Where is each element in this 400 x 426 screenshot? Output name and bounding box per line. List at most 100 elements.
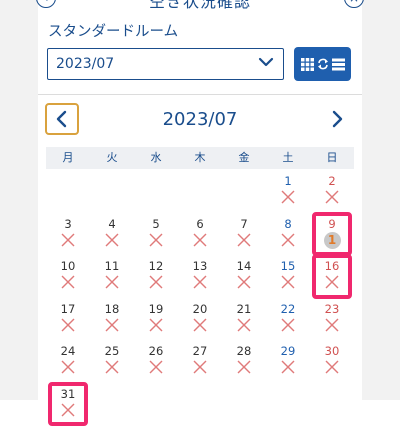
unavailable-x-icon	[193, 233, 207, 247]
unavailable-x-icon	[325, 318, 339, 332]
unavailable-x-icon	[105, 318, 119, 332]
unavailable-x-icon	[61, 360, 75, 374]
month-select[interactable]: 2023/07	[47, 48, 284, 80]
calendar-day[interactable]: 12	[134, 254, 178, 297]
weekday-header: 月火水木金土日	[46, 147, 354, 169]
calendar-month-title: 2023/07	[38, 109, 362, 130]
day-number: 7	[222, 218, 266, 230]
unavailable-x-icon	[149, 318, 163, 332]
calendar-day[interactable]: 11	[90, 254, 134, 297]
day-number: 26	[134, 345, 178, 357]
calendar-day[interactable]: 28	[222, 339, 266, 382]
calendar-empty-cell	[310, 382, 354, 425]
calendar-empty-cell	[90, 169, 134, 212]
calendar-empty-cell	[90, 382, 134, 425]
calendar-empty-cell	[178, 169, 222, 212]
calendar-day[interactable]: 17	[46, 297, 90, 340]
day-number: 22	[266, 303, 310, 315]
day-number: 10	[46, 260, 90, 272]
calendar-day[interactable]: 18	[90, 297, 134, 340]
unavailable-x-icon	[61, 233, 75, 247]
calendar-day[interactable]: 25	[90, 339, 134, 382]
page-title: 空き状況確認	[38, 0, 362, 12]
unavailable-x-icon	[237, 318, 251, 332]
unavailable-x-icon	[61, 275, 75, 289]
day-number: 1	[266, 175, 310, 187]
calendar-grid: 1234567891101112131415161718192021222324…	[46, 169, 354, 424]
chevron-right-icon	[330, 110, 344, 128]
calendar-day[interactable]: 6	[178, 212, 222, 255]
calendar-day[interactable]: 27	[178, 339, 222, 382]
calendar-day[interactable]: 29	[266, 339, 310, 382]
calendar-day[interactable]: 7	[222, 212, 266, 255]
divider	[38, 94, 362, 95]
calendar-empty-cell	[134, 169, 178, 212]
unavailable-x-icon	[149, 275, 163, 289]
unavailable-x-icon	[281, 233, 295, 247]
calendar-day[interactable]: 20	[178, 297, 222, 340]
calendar-day[interactable]: 26	[134, 339, 178, 382]
calendar-day[interactable]: 10	[46, 254, 90, 297]
day-number: 8	[266, 218, 310, 230]
calendar-day[interactable]: 91	[310, 212, 354, 255]
day-number: 19	[134, 303, 178, 315]
unavailable-x-icon	[105, 275, 119, 289]
room-type-label: スタンダードルーム	[48, 20, 178, 41]
calendar-day[interactable]: 16	[310, 254, 354, 297]
unavailable-x-icon	[281, 190, 295, 204]
unavailable-x-icon	[237, 233, 251, 247]
unavailable-x-icon	[193, 360, 207, 374]
weekday-label: 日	[310, 147, 354, 169]
day-number: 21	[222, 303, 266, 315]
calendar-day[interactable]: 3	[46, 212, 90, 255]
day-number: 3	[46, 218, 90, 230]
weekday-label: 水	[134, 147, 178, 169]
unavailable-x-icon	[237, 275, 251, 289]
calendar-day[interactable]: 24	[46, 339, 90, 382]
left-frame	[0, 0, 39, 400]
day-number: 5	[134, 218, 178, 230]
calendar-day[interactable]: 31	[46, 382, 90, 425]
calendar-day[interactable]: 4	[90, 212, 134, 255]
day-number: 13	[178, 260, 222, 272]
next-month-button[interactable]	[320, 103, 354, 135]
unavailable-x-icon	[149, 360, 163, 374]
day-number: 23	[310, 303, 354, 315]
weekday-label: 火	[90, 147, 134, 169]
calendar-day[interactable]: 2	[310, 169, 354, 212]
day-number: 24	[46, 345, 90, 357]
day-number: 15	[266, 260, 310, 272]
calendar-day[interactable]: 14	[222, 254, 266, 297]
calendar-day[interactable]: 22	[266, 297, 310, 340]
unavailable-x-icon	[281, 275, 295, 289]
right-frame	[361, 0, 400, 400]
weekday-label: 木	[178, 147, 222, 169]
calendar-day[interactable]: 13	[178, 254, 222, 297]
day-number: 4	[90, 218, 134, 230]
calendar-day[interactable]: 15	[266, 254, 310, 297]
weekday-label: 土	[266, 147, 310, 169]
availability-panel: ‹ 空き状況確認 × スタンダードルーム 2023/07	[38, 0, 362, 400]
day-number: 28	[222, 345, 266, 357]
calendar-day[interactable]: 21	[222, 297, 266, 340]
unavailable-x-icon	[105, 360, 119, 374]
switch-arrows-icon	[317, 58, 329, 70]
day-number: 17	[46, 303, 90, 315]
calendar-day[interactable]: 19	[134, 297, 178, 340]
day-number: 18	[90, 303, 134, 315]
highlight-frame	[48, 382, 88, 426]
unavailable-x-icon	[193, 318, 207, 332]
day-number: 6	[178, 218, 222, 230]
calendar-empty-cell	[46, 169, 90, 212]
day-number: 29	[266, 345, 310, 357]
calendar-empty-cell	[222, 382, 266, 425]
chevron-down-icon	[257, 53, 275, 71]
weekday-label: 金	[222, 147, 266, 169]
calendar-day[interactable]: 5	[134, 212, 178, 255]
calendar-empty-cell	[178, 382, 222, 425]
view-toggle-button[interactable]	[294, 47, 351, 81]
calendar-day[interactable]: 8	[266, 212, 310, 255]
calendar-day[interactable]: 1	[266, 169, 310, 212]
calendar-day[interactable]: 23	[310, 297, 354, 340]
calendar-day[interactable]: 30	[310, 339, 354, 382]
